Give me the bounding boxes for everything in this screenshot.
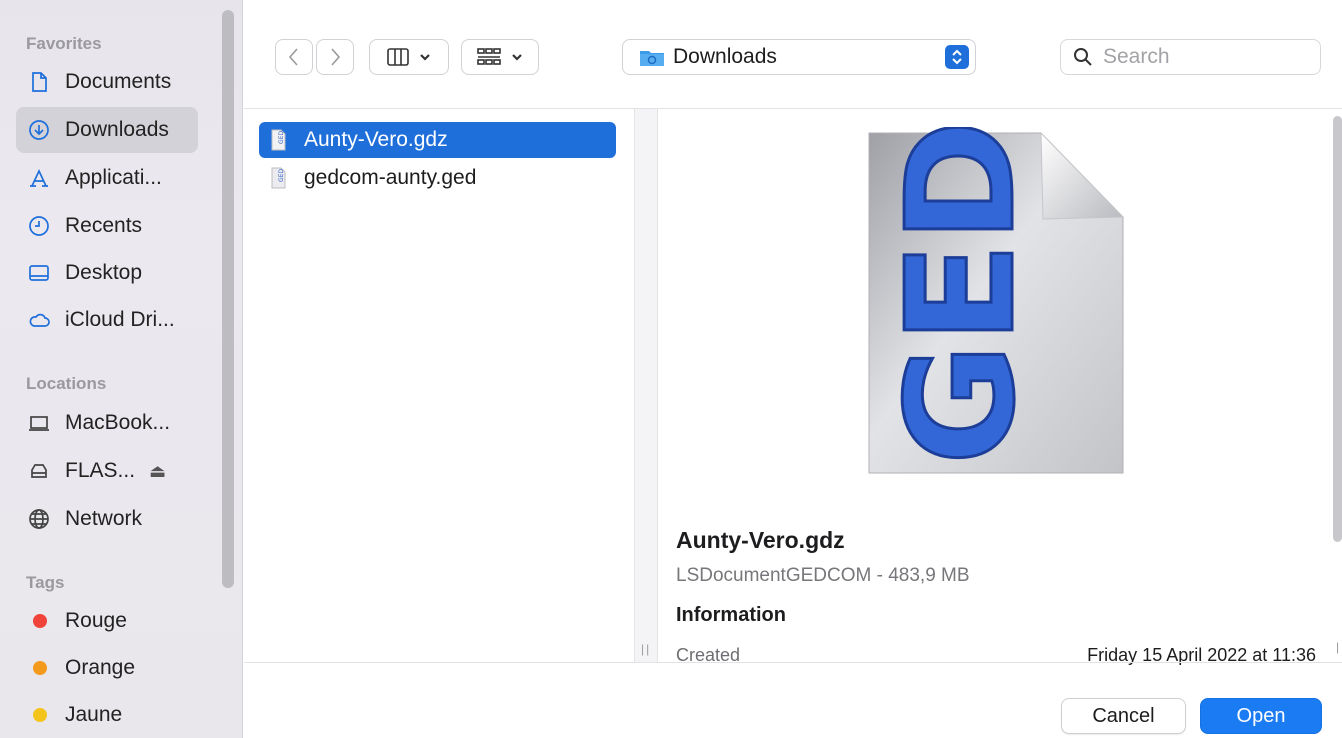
resize-grip-icon[interactable]: | xyxy=(1336,640,1339,654)
sidebar-item-label: iCloud Dri... xyxy=(65,308,175,331)
ged-document-preview-icon: GED xyxy=(868,127,1125,474)
sidebar-item-documents[interactable]: Documents xyxy=(16,59,198,105)
sidebar-item-macbook[interactable]: MacBook... xyxy=(16,400,198,446)
search-field[interactable]: Search xyxy=(1060,39,1321,75)
red-tag-dot-icon xyxy=(33,614,47,628)
sidebar-scrollbar[interactable] xyxy=(222,10,234,588)
cloud-icon xyxy=(27,308,51,332)
open-button[interactable]: Open xyxy=(1200,698,1322,734)
sidebar-item-label: MacBook... xyxy=(65,411,171,434)
eject-icon[interactable]: ⏏ xyxy=(149,461,166,482)
sidebar-item-icloud-drive[interactable]: iCloud Dri... xyxy=(16,297,198,343)
document-icon xyxy=(27,70,51,94)
file-name: gedcom-aunty.ged xyxy=(304,166,477,189)
sidebar-item-downloads[interactable]: Downloads xyxy=(16,107,198,153)
sidebar-tag-jaune[interactable]: Jaune xyxy=(16,692,198,738)
sidebar-item-applications[interactable]: Applicati... xyxy=(16,155,198,201)
globe-icon xyxy=(27,507,51,531)
sidebar-item-label: Downloads xyxy=(65,118,169,141)
section-favorites: Favorites xyxy=(26,34,102,53)
footer-divider xyxy=(244,662,1342,663)
sidebar-item-label: Desktop xyxy=(65,261,143,284)
sidebar-item-label: Orange xyxy=(65,656,136,679)
up-down-stepper-icon xyxy=(945,45,969,69)
location-label: Downloads xyxy=(673,45,777,68)
preview-kind-size: LSDocumentGEDCOM - 483,9 MB xyxy=(676,565,970,586)
desktop-icon xyxy=(27,261,51,285)
file-row[interactable]: GED Aunty-Vero.gdz xyxy=(259,122,616,158)
resize-grip-icon: || xyxy=(641,642,652,656)
column-resize-divider[interactable]: || xyxy=(634,109,658,662)
grid-group-icon xyxy=(477,48,501,65)
orange-tag-dot-icon xyxy=(33,661,47,675)
section-tags: Tags xyxy=(26,573,65,592)
chevron-down-icon xyxy=(420,54,430,61)
yellow-tag-dot-icon xyxy=(33,708,47,722)
sidebar-item-label: Jaune xyxy=(65,703,123,726)
file-row[interactable]: GED gedcom-aunty.ged xyxy=(259,160,616,196)
search-icon xyxy=(1074,48,1092,66)
location-popup[interactable]: Downloads xyxy=(622,39,976,75)
laptop-icon xyxy=(27,411,51,435)
sidebar-item-flash-drive[interactable]: FLAS... ⏏ xyxy=(16,448,198,494)
sidebar-item-label: Network xyxy=(65,507,143,530)
back-button[interactable] xyxy=(275,39,313,75)
preview-file-name: Aunty-Vero.gdz xyxy=(676,527,845,553)
svg-text:GED: GED xyxy=(278,131,285,144)
preview-pane: GED Aunty-Vero.gdz LSDocumentGEDCOM - 48… xyxy=(659,109,1328,665)
cancel-button[interactable]: Cancel xyxy=(1061,698,1186,734)
sidebar-item-label: Applicati... xyxy=(65,166,162,189)
search-placeholder: Search xyxy=(1103,45,1170,68)
chevron-right-icon xyxy=(331,48,341,66)
download-circle-icon xyxy=(27,118,51,142)
sidebar-tag-rouge[interactable]: Rouge xyxy=(16,598,198,644)
sidebar-tag-orange[interactable]: Orange xyxy=(16,645,198,691)
sidebar-item-recents[interactable]: Recents xyxy=(16,203,198,249)
sidebar-item-label: FLAS... xyxy=(65,459,136,482)
sidebar-item-desktop[interactable]: Desktop xyxy=(16,250,198,296)
group-by-button[interactable] xyxy=(461,39,539,75)
svg-text:GED: GED xyxy=(278,169,285,182)
preview-icon-text: GED xyxy=(875,127,1047,465)
file-name: Aunty-Vero.gdz xyxy=(304,128,448,151)
sidebar-item-label: Recents xyxy=(65,214,143,237)
ged-file-icon: GED xyxy=(271,167,286,189)
applications-icon xyxy=(27,166,51,190)
view-mode-button[interactable] xyxy=(369,39,449,75)
file-list-column: GED Aunty-Vero.gdz GED gedcom-aunty.ged xyxy=(244,109,634,662)
external-drive-icon xyxy=(27,459,51,483)
sidebar-item-network[interactable]: Network xyxy=(16,496,198,542)
ged-file-icon: GED xyxy=(271,129,286,151)
chevron-left-icon xyxy=(288,48,298,66)
preview-information-heading: Information xyxy=(676,604,786,626)
forward-button[interactable] xyxy=(316,39,354,75)
chevron-down-icon xyxy=(512,54,522,61)
folder-icon xyxy=(640,51,664,66)
sidebar-item-label: Rouge xyxy=(65,609,127,632)
preview-scrollbar[interactable] xyxy=(1333,116,1342,542)
sidebar: Favorites Documents Downloads Applicati.… xyxy=(0,0,243,738)
section-locations: Locations xyxy=(26,374,107,393)
sidebar-item-label: Documents xyxy=(65,70,172,93)
clock-icon xyxy=(27,214,51,238)
columns-view-icon xyxy=(387,48,409,66)
